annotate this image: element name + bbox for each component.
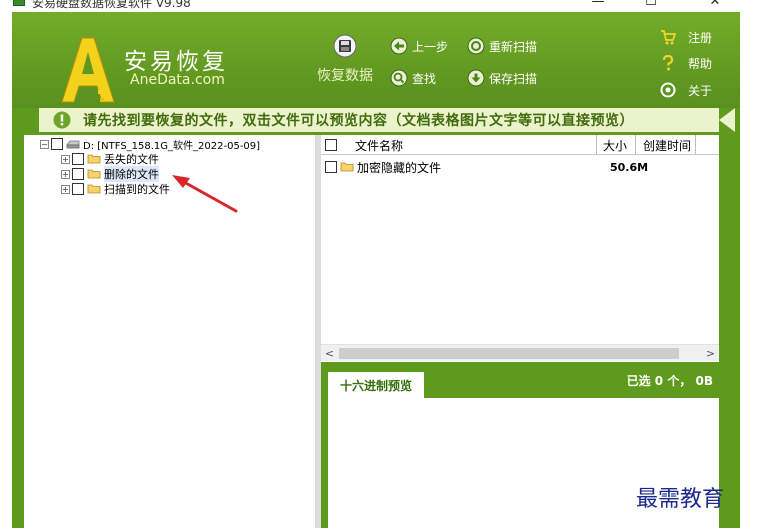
horizontal-scrollbar[interactable]: < >: [321, 344, 719, 361]
table-row[interactable]: 加密隐藏的文件 50.6M: [325, 159, 717, 175]
tree-item-scanned-files[interactable]: + 扫描到的文件: [61, 182, 170, 196]
scroll-left-icon[interactable]: <: [321, 345, 338, 362]
collapse-toggle[interactable]: −: [40, 139, 49, 149]
recover-data-label: 恢复数据: [317, 68, 373, 84]
header-toolbar: 安易恢复 AneData.com 恢复数据 上一步 重新扫描 查找 保存扫描 注…: [12, 12, 740, 108]
app-icon: [13, 0, 25, 6]
checkbox[interactable]: [72, 153, 84, 165]
rescan-icon: [467, 37, 485, 55]
tree-item-label: 丢失的文件: [104, 153, 159, 166]
tree-item-deleted-files[interactable]: + 删除的文件: [61, 166, 159, 182]
column-separator[interactable]: [695, 135, 696, 155]
checkbox[interactable]: [51, 138, 63, 150]
brand-name-cn: 安易恢复: [124, 49, 228, 75]
save-scan-label: 保存扫描: [489, 71, 538, 86]
brand-name-en: AneData.com: [130, 72, 225, 88]
search-button[interactable]: 查找: [390, 68, 436, 88]
notice-bar: 请先找到要恢复的文件，双击文件可以预览内容（文档表格图片文字等可以直接预览）: [39, 108, 735, 132]
folder-icon: [87, 154, 101, 164]
column-header-name[interactable]: 文件名称: [355, 135, 403, 155]
column-separator[interactable]: [635, 135, 636, 155]
folder-tree: − D: [NTFS_158.1G_软件_2022-05-09] + 丢失的文件…: [24, 135, 315, 528]
select-all-checkbox[interactable]: [325, 135, 340, 155]
column-header-created[interactable]: 创建时间: [643, 135, 691, 155]
tab-hex-preview[interactable]: 十六进制预览: [328, 372, 424, 398]
about-icon: [660, 82, 676, 98]
search-icon: [390, 69, 408, 87]
selected-count: 已选 0 个， 0B: [626, 374, 713, 388]
preview-header: 十六进制预览 已选 0 个， 0B: [321, 362, 719, 398]
folder-icon: [340, 162, 354, 172]
notice-text: 请先找到要恢复的文件，双击文件可以预览内容（文档表格图片文字等可以直接预览）: [83, 113, 634, 129]
folder-icon: [87, 169, 101, 179]
help-button[interactable]: 帮助: [660, 54, 712, 72]
checkbox[interactable]: [325, 161, 337, 173]
help-label: 帮助: [688, 56, 713, 71]
scroll-thumb[interactable]: [339, 348, 679, 359]
tree-root-drive[interactable]: − D: [NTFS_158.1G_软件_2022-05-09]: [40, 137, 261, 152]
drive-label: D: [NTFS_158.1G_软件_2022-05-09]: [83, 140, 261, 152]
register-label: 注册: [688, 30, 713, 45]
cart-icon: [661, 30, 676, 45]
tree-item-label: 扫描到的文件: [104, 183, 170, 196]
rescan-button[interactable]: 重新扫描: [467, 36, 537, 56]
info-icon: [53, 111, 71, 129]
column-separator[interactable]: [596, 135, 597, 155]
register-button[interactable]: 注册: [660, 28, 712, 46]
hex-preview-label: 十六进制预览: [339, 378, 412, 393]
save-scan-icon: [467, 69, 485, 87]
drive-icon: [66, 140, 80, 149]
checkbox[interactable]: [72, 183, 84, 195]
column-header-size[interactable]: 大小: [603, 135, 627, 155]
close-button[interactable]: ✕: [700, 0, 730, 9]
file-name: 加密隐藏的文件: [357, 160, 442, 175]
title-bar: 安易硬盘数据恢复软件 V9.98 — ☐ ✕: [0, 0, 757, 12]
tree-item-lost-files[interactable]: + 丢失的文件: [61, 152, 159, 166]
maximize-button[interactable]: ☐: [636, 0, 666, 9]
expand-toggle[interactable]: +: [61, 154, 70, 164]
expand-toggle[interactable]: +: [61, 169, 70, 179]
tree-item-label: 删除的文件: [104, 166, 159, 182]
minimize-button[interactable]: —: [583, 0, 613, 9]
recover-data-button[interactable]: 恢复数据: [312, 34, 378, 94]
prev-step-button[interactable]: 上一步: [390, 36, 448, 56]
disk-save-icon: [333, 34, 357, 58]
prev-step-label: 上一步: [412, 39, 449, 54]
back-arrow-icon: [390, 37, 408, 55]
logo-a-icon: [61, 37, 115, 103]
list-header: 文件名称 大小 创建时间: [321, 135, 719, 155]
search-label: 查找: [412, 71, 437, 86]
file-list: 文件名称 大小 创建时间 加密隐藏的文件 50.6M < >: [321, 135, 719, 362]
question-icon: [662, 55, 674, 71]
expand-toggle[interactable]: +: [61, 184, 70, 194]
file-size: 50.6M: [610, 160, 649, 174]
watermark: 最需教育: [636, 487, 725, 512]
scroll-right-icon[interactable]: >: [702, 345, 719, 362]
about-label: 关于: [688, 83, 713, 98]
rescan-label: 重新扫描: [489, 39, 538, 54]
about-button[interactable]: 关于: [660, 81, 712, 99]
window-title: 安易硬盘数据恢复软件 V9.98: [32, 0, 191, 10]
folder-icon: [87, 184, 101, 194]
save-scan-button[interactable]: 保存扫描: [467, 68, 537, 88]
checkbox[interactable]: [72, 168, 84, 180]
